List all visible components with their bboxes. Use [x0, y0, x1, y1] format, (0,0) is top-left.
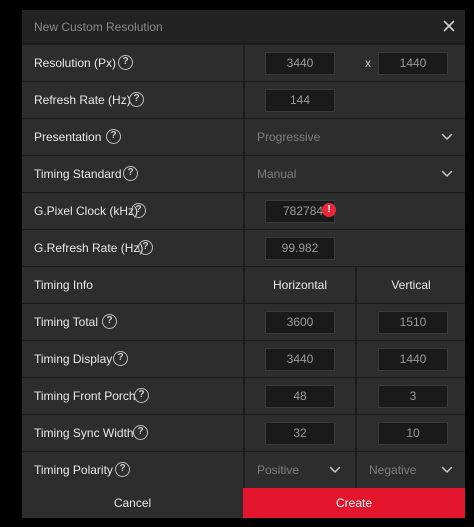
timing-polarity-vertical-dropdown[interactable]: Negative: [357, 452, 465, 488]
timing-polarity-vertical-value: Negative: [369, 463, 417, 477]
warning-icon: !: [322, 203, 336, 217]
chevron-down-icon: [441, 133, 453, 140]
row-refresh-rate: Refresh Rate (Hz) ? 144: [22, 82, 465, 118]
timing-total-vertical-input[interactable]: 1510: [378, 311, 448, 334]
pixel-clock-label: G.Pixel Clock (kHz): [34, 204, 139, 218]
presentation-value: Progressive: [257, 130, 321, 144]
g-refresh-rate-label: G.Refresh Rate (Hz): [34, 241, 144, 255]
row-timing-sync-width: Timing Sync Width ? 32 10: [22, 415, 465, 451]
horizontal-column-header: Horizontal: [272, 278, 328, 292]
resolution-label: Resolution (Px): [34, 56, 117, 70]
resolution-separator: x: [365, 56, 371, 70]
row-pixel-clock: G.Pixel Clock (kHz) ? 782784 !: [22, 193, 465, 229]
timing-front-porch-label: Timing Front Porch: [34, 389, 136, 403]
help-icon[interactable]: ?: [131, 203, 146, 218]
timing-standard-label: Timing Standard: [34, 167, 122, 181]
timing-standard-value: Manual: [257, 167, 297, 181]
refresh-rate-input[interactable]: 144: [265, 89, 335, 112]
timing-total-horizontal-input[interactable]: 3600: [265, 311, 335, 334]
dialog-title: New Custom Resolution: [34, 20, 163, 34]
resolution-height-input[interactable]: 1440: [378, 52, 448, 75]
help-icon[interactable]: ?: [118, 55, 133, 70]
row-timing-front-porch: Timing Front Porch ? 48 3: [22, 378, 465, 414]
refresh-rate-label: Refresh Rate (Hz): [34, 93, 131, 107]
help-icon[interactable]: ?: [102, 314, 117, 329]
row-timing-info: Timing Info Horizontal Vertical: [22, 267, 465, 303]
vertical-column-header: Vertical: [391, 278, 431, 292]
chevron-down-icon: [441, 466, 453, 473]
row-resolution: Resolution (Px) ? 3440 x 1440: [22, 45, 465, 81]
row-timing-display: Timing Display ? 3440 1440: [22, 341, 465, 377]
help-icon[interactable]: ?: [115, 462, 130, 477]
timing-sync-width-vertical-input[interactable]: 10: [378, 422, 448, 445]
presentation-label: Presentation: [34, 130, 102, 144]
cancel-button[interactable]: Cancel: [22, 488, 243, 518]
timing-polarity-horizontal-dropdown[interactable]: Positive: [245, 452, 355, 488]
timing-display-horizontal-input[interactable]: 3440: [265, 348, 335, 371]
timing-front-porch-vertical-input[interactable]: 3: [378, 385, 448, 408]
chevron-down-icon: [441, 170, 453, 177]
timing-sync-width-label: Timing Sync Width: [34, 426, 134, 440]
help-icon[interactable]: ?: [138, 240, 153, 255]
create-button[interactable]: Create: [243, 488, 465, 518]
row-timing-polarity: Timing Polarity ? Positive Negative: [22, 452, 465, 488]
g-refresh-rate-value: 99.982: [265, 237, 335, 260]
help-icon[interactable]: ?: [106, 129, 121, 144]
dialog-titlebar: New Custom Resolution: [22, 10, 465, 43]
row-timing-total: Timing Total ? 3600 1510: [22, 304, 465, 340]
close-icon[interactable]: [441, 18, 457, 34]
help-icon[interactable]: ?: [133, 425, 148, 440]
chevron-down-icon: [329, 466, 341, 473]
help-icon[interactable]: ?: [123, 166, 138, 181]
timing-info-label: Timing Info: [34, 278, 93, 292]
row-g-refresh-rate: G.Refresh Rate (Hz) ? 99.982: [22, 230, 465, 266]
help-icon[interactable]: ?: [129, 92, 144, 107]
timing-polarity-label: Timing Polarity: [34, 463, 113, 477]
custom-resolution-dialog: New Custom Resolution Resolution (Px) ? …: [22, 10, 465, 518]
timing-polarity-horizontal-value: Positive: [257, 463, 300, 477]
help-icon[interactable]: ?: [134, 388, 149, 403]
timing-standard-dropdown[interactable]: Manual: [245, 156, 465, 192]
resolution-width-input[interactable]: 3440: [265, 52, 335, 75]
timing-sync-width-horizontal-input[interactable]: 32: [265, 422, 335, 445]
timing-total-label: Timing Total: [34, 315, 99, 329]
timing-display-vertical-input[interactable]: 1440: [378, 348, 448, 371]
timing-display-label: Timing Display: [34, 352, 113, 366]
row-presentation: Presentation ? Progressive: [22, 119, 465, 155]
timing-front-porch-horizontal-input[interactable]: 48: [265, 385, 335, 408]
help-icon[interactable]: ?: [113, 351, 128, 366]
row-timing-standard: Timing Standard ? Manual: [22, 156, 465, 192]
presentation-dropdown[interactable]: Progressive: [245, 119, 465, 155]
